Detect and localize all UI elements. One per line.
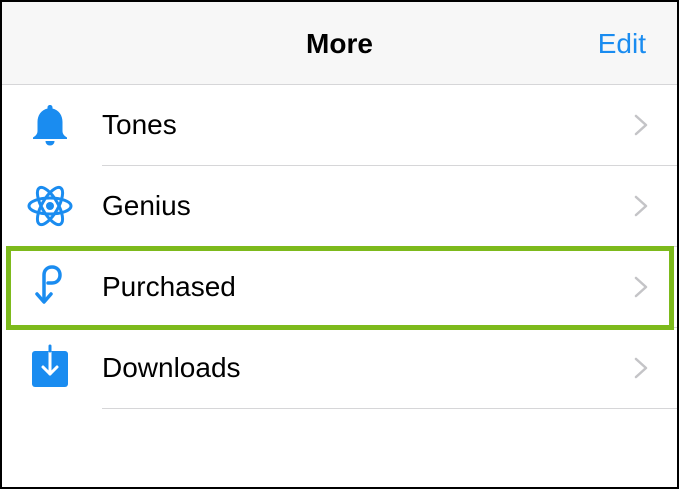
chevron-right-icon xyxy=(634,276,648,298)
list-item-label: Purchased xyxy=(102,271,236,302)
chevron-right-icon xyxy=(634,357,648,379)
list-item-genius[interactable]: Genius xyxy=(2,166,677,247)
app-window: More Edit Tones Genius Purchased Downloa… xyxy=(0,0,679,489)
navigation-bar: More Edit xyxy=(2,2,677,85)
row-divider xyxy=(102,408,677,409)
chevron-right-icon xyxy=(634,114,648,136)
list-item-tones[interactable]: Tones xyxy=(2,85,677,166)
list-item-downloads[interactable]: Downloads xyxy=(2,328,677,409)
download-icon xyxy=(32,344,68,387)
list-item-label: Downloads xyxy=(102,352,241,383)
bell-icon xyxy=(33,105,67,146)
purchased-icon xyxy=(35,265,62,304)
list-item-label: Tones xyxy=(102,109,177,140)
chevron-right-icon xyxy=(634,195,648,217)
list-item-purchased[interactable]: Purchased xyxy=(2,247,677,328)
page-title: More xyxy=(306,28,373,59)
edit-button[interactable]: Edit xyxy=(598,26,646,62)
atom-icon xyxy=(27,185,73,227)
list-item-label: Genius xyxy=(102,190,191,221)
